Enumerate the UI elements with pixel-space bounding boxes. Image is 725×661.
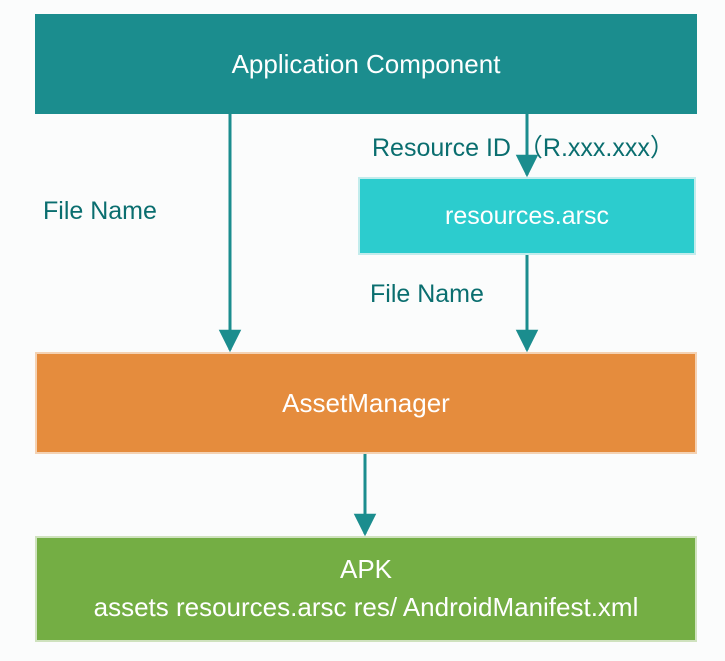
apk-title-label: APK (340, 551, 392, 589)
asset-manager-label: AssetManager (282, 388, 450, 419)
file-name-mid-label: File Name (370, 280, 484, 309)
asset-manager-box: AssetManager (35, 352, 697, 454)
apk-sub-label: assets resources.arsc res/ AndroidManife… (94, 589, 639, 627)
application-component-box: Application Component (35, 14, 697, 114)
resource-id-label: Resource ID （R.xxx.xxx） (372, 128, 675, 164)
resources-arsc-box: resources.arsc (358, 177, 696, 255)
application-component-label: Application Component (232, 49, 501, 80)
resources-arsc-label: resources.arsc (445, 202, 609, 231)
apk-box: APK assets resources.arsc res/ AndroidMa… (35, 536, 697, 642)
file-name-left-label: File Name (43, 197, 157, 226)
